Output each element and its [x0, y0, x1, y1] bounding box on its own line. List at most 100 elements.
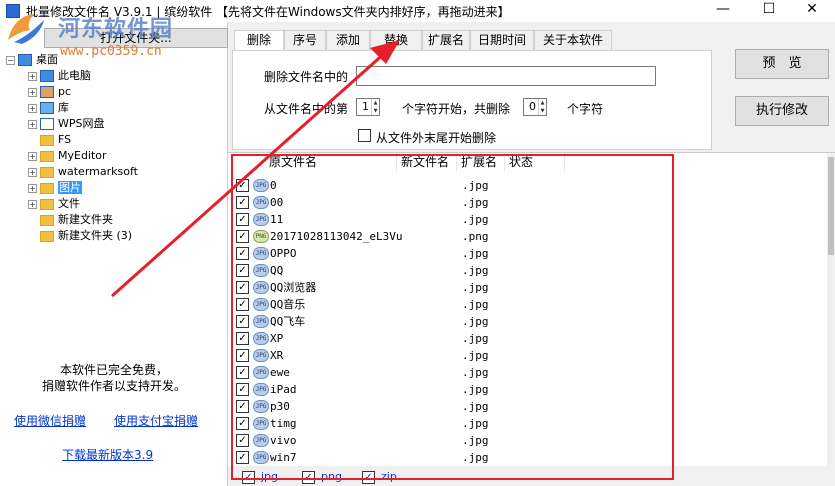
row-checkbox[interactable]: ✓ [236, 383, 249, 396]
row-checkbox[interactable]: ✓ [236, 400, 249, 413]
donate-wechat-link[interactable]: 使用微信捐赠 [14, 412, 86, 429]
expand-icon[interactable]: + [28, 87, 37, 97]
file-row[interactable]: ✓ JPG vivo .jpg [228, 432, 668, 449]
file-row[interactable]: ✓ JPG 0 .jpg [228, 177, 668, 194]
file-row[interactable]: ✓ JPG iPad .jpg [228, 381, 668, 398]
delete-count-stepper[interactable]: 0 ▲ ▼ [523, 98, 547, 116]
file-row[interactable]: ✓ JPG 11 .jpg [228, 211, 668, 228]
row-checkbox[interactable]: ✓ [236, 264, 249, 277]
tree-item[interactable]: 新建文件夹 [28, 212, 113, 228]
filter-png[interactable]: ✓ png [302, 470, 342, 486]
folder-icon [40, 134, 54, 146]
expand-icon[interactable]: + [28, 199, 37, 209]
tab-2[interactable]: 添加 [326, 30, 370, 51]
expand-icon[interactable]: + [28, 103, 37, 113]
tree-item[interactable]: + WPS网盘 [28, 116, 105, 132]
from-end-checkbox[interactable] [358, 129, 371, 142]
row-checkbox[interactable]: ✓ [236, 315, 249, 328]
row-checkbox[interactable]: ✓ [236, 179, 249, 192]
row-checkbox[interactable]: ✓ [236, 281, 249, 294]
donate-alipay-link[interactable]: 使用支付宝捐赠 [114, 412, 198, 429]
file-extension: .jpg [462, 264, 489, 277]
tree-item[interactable]: 新建文件夹 (3) [28, 228, 132, 244]
file-extension: .jpg [462, 434, 489, 447]
jpg-file-icon: JPG [253, 349, 269, 362]
column-extension[interactable]: 扩展名 [457, 153, 505, 171]
tree-item[interactable]: + MyEditor [28, 148, 107, 164]
row-checkbox[interactable]: ✓ [236, 451, 249, 464]
filter-checkbox[interactable]: ✓ [362, 470, 375, 484]
tab-5[interactable]: 日期时间 [470, 30, 534, 51]
row-checkbox[interactable]: ✓ [236, 332, 249, 345]
expand-icon[interactable]: + [28, 167, 37, 177]
row-checkbox[interactable]: ✓ [236, 417, 249, 430]
file-row[interactable]: ✓ JPG 00 .jpg [228, 194, 668, 211]
tab-0[interactable]: 删除 [234, 30, 284, 52]
column-status[interactable]: 状态 [505, 153, 565, 171]
row-checkbox[interactable]: ✓ [236, 349, 249, 362]
tree-item-label: pc [58, 85, 72, 98]
filter-jpg[interactable]: ✓ jpg [242, 470, 278, 486]
jpg-file-icon: JPG [253, 247, 269, 260]
download-latest-link[interactable]: 下载最新版本3.9 [62, 446, 153, 463]
tab-4[interactable]: 扩展名 [422, 30, 470, 51]
file-row[interactable]: ✓ JPG p30 .jpg [228, 398, 668, 415]
original-filename: QQ浏览器 [270, 281, 317, 294]
delete-name-label: 删除文件名中的 [264, 70, 349, 84]
file-row[interactable]: ✓ JPG ewe .jpg [228, 364, 668, 381]
tree-item[interactable]: FS [28, 132, 71, 148]
delete-name-input[interactable] [356, 66, 656, 86]
column-original-name[interactable]: 原文件名 [265, 153, 397, 171]
file-row[interactable]: ✓ JPG QQ音乐 .jpg [228, 296, 668, 313]
file-row[interactable]: ✓ JPG XR .jpg [228, 347, 668, 364]
expand-icon[interactable]: + [28, 183, 37, 193]
expand-icon[interactable]: + [28, 71, 37, 81]
scrollbar-thumb[interactable] [828, 157, 834, 255]
tree-item[interactable]: + pc [28, 84, 71, 100]
file-row[interactable]: ✓ JPG timg .jpg [228, 415, 668, 432]
row-checkbox[interactable]: ✓ [236, 213, 249, 226]
row-checkbox[interactable]: ✓ [236, 196, 249, 209]
row-checkbox[interactable]: ✓ [236, 230, 249, 243]
row-checkbox[interactable]: ✓ [236, 247, 249, 260]
row-checkbox[interactable]: ✓ [236, 298, 249, 311]
tree-item[interactable]: − 桌面 [6, 52, 58, 68]
file-list[interactable]: 原文件名 新文件名 扩展名 状态 ✓ JPG 0 .jpg ✓ JPG 00 .jpg ✓ JPG… [228, 152, 835, 467]
row-checkbox[interactable]: ✓ [236, 366, 249, 379]
column-new-name[interactable]: 新文件名 [397, 153, 457, 171]
tab-1[interactable]: 序号 [284, 30, 326, 51]
tree-item[interactable]: + 库 [28, 100, 69, 116]
tree-item[interactable]: + 图片 [28, 180, 82, 196]
file-row[interactable]: ✓ PNG 20171028113042_eL3Vu .png [228, 228, 668, 245]
file-row[interactable]: ✓ JPG QQ飞车 .jpg [228, 313, 668, 330]
file-row[interactable]: ✓ JPG OPPO .jpg [228, 245, 668, 262]
maximize-icon[interactable]: ☐ [746, 0, 792, 22]
file-row[interactable]: ✓ JPG QQ .jpg [228, 262, 668, 279]
file-row[interactable]: ✓ JPG win7 .jpg [228, 449, 668, 466]
vertical-scrollbar[interactable] [827, 153, 835, 467]
file-row[interactable]: ✓ JPG XP .jpg [228, 330, 668, 347]
start-position-stepper[interactable]: 1 ▲ ▼ [356, 98, 380, 116]
row-checkbox[interactable]: ✓ [236, 434, 249, 447]
tab-6[interactable]: 关于本软件 [534, 30, 612, 51]
filter-checkbox[interactable]: ✓ [242, 470, 255, 484]
tree-item[interactable]: + watermarksoft [28, 164, 138, 180]
collapse-icon[interactable]: − [6, 55, 15, 65]
file-row[interactable]: ✓ JPG QQ浏览器 .jpg [228, 279, 668, 296]
execute-button[interactable]: 执行修改 [735, 96, 829, 126]
stepper-arrows-icon[interactable]: ▲ ▼ [371, 99, 379, 115]
tree-item-label: 新建文件夹 (3) [58, 229, 133, 242]
expand-icon[interactable]: + [28, 119, 37, 129]
filter-checkbox[interactable]: ✓ [302, 470, 315, 484]
expand-icon[interactable]: + [28, 151, 37, 161]
tab-3[interactable]: 替换 [370, 30, 422, 51]
minimize-icon[interactable]: — [700, 0, 746, 22]
preview-button[interactable]: 预 览 [735, 49, 829, 79]
file-extension: .jpg [462, 281, 489, 294]
tree-item[interactable]: + 此电脑 [28, 68, 91, 84]
filter-zip[interactable]: ✓ zip [362, 470, 397, 486]
stepper-arrows-icon[interactable]: ▲ ▼ [538, 99, 546, 115]
close-icon[interactable]: ✕ [789, 0, 835, 22]
tree-item[interactable]: + 文件 [28, 196, 80, 212]
file-extension: .jpg [462, 400, 489, 413]
